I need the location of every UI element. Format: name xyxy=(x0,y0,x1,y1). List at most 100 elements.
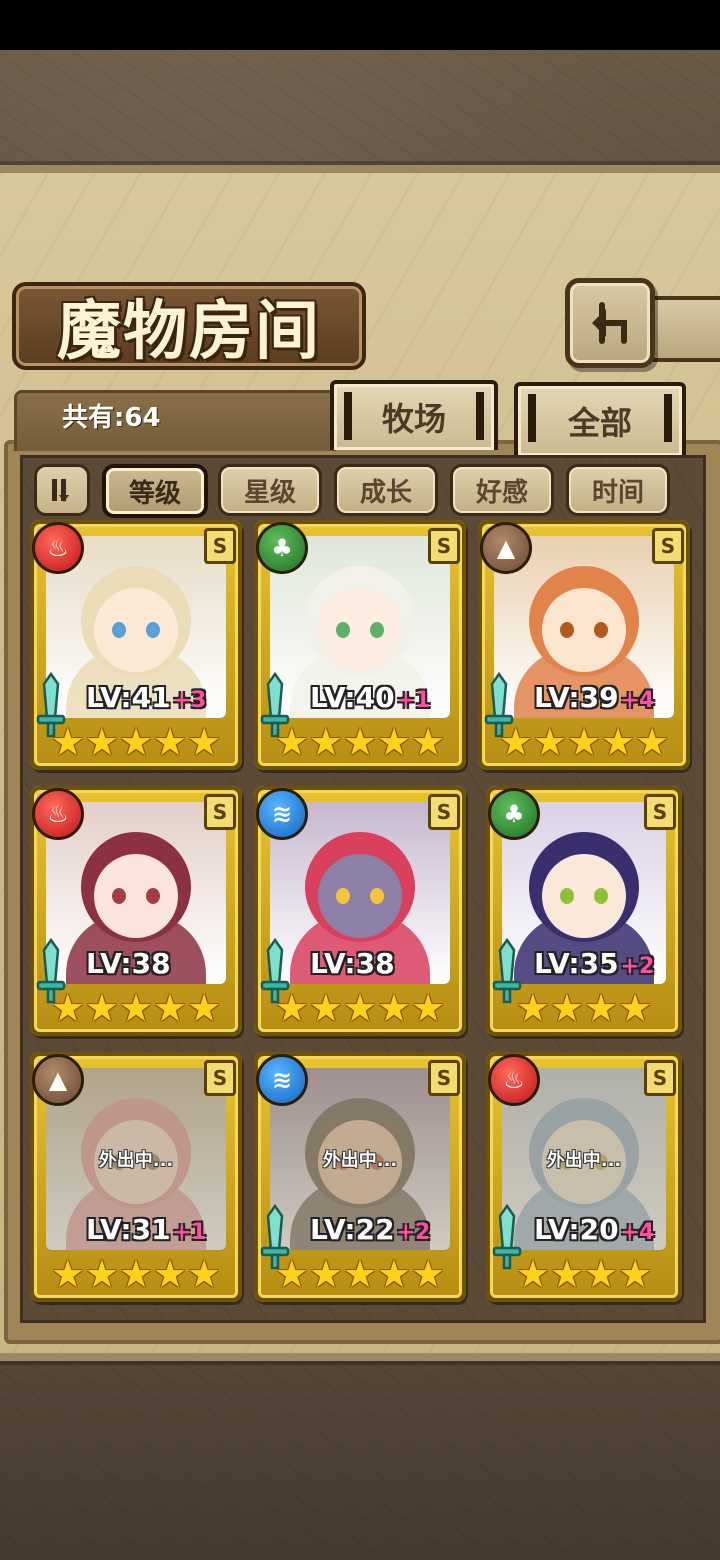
star-icon: ★ xyxy=(411,720,446,764)
tab-all[interactable]: 全部 xyxy=(514,382,686,456)
star-rating: ★★★★ xyxy=(486,988,682,1028)
monster-level: LV:39+4 xyxy=(534,680,654,716)
monster-level: LV:38 xyxy=(310,946,395,982)
level-bonus: +3 xyxy=(172,688,207,713)
star-icon: ★ xyxy=(601,720,636,764)
monster-card[interactable]: ♨ S LV:41+3 ★★★★★ xyxy=(30,520,242,770)
sort-by-growth-button[interactable]: 成长 xyxy=(334,464,438,516)
star-icon: ★ xyxy=(618,1252,653,1296)
star-icon: ★ xyxy=(515,1252,550,1296)
star-icon: ★ xyxy=(635,720,670,764)
rarity-icon: S xyxy=(644,1060,676,1096)
star-icon: ★ xyxy=(377,1252,412,1296)
rarity-icon: S xyxy=(204,528,236,564)
monster-card[interactable]: ▲ S LV:39+4 ★★★★★ xyxy=(478,520,690,770)
wave-icon: ≋ xyxy=(256,1054,308,1106)
star-icon: ★ xyxy=(274,720,309,764)
star-icon: ★ xyxy=(118,986,154,1030)
monster-card[interactable]: 外出中... ≋ S LV:22+2 ★★★★★ xyxy=(254,1052,466,1302)
mountain-icon: ▲ xyxy=(32,1054,84,1106)
star-icon: ★ xyxy=(118,1252,154,1296)
sort-by-star-button[interactable]: 星级 xyxy=(218,464,322,516)
flame-icon: ♨ xyxy=(32,522,84,574)
rarity-icon: S xyxy=(428,528,460,564)
level-value: LV:31 xyxy=(86,1213,171,1246)
away-status: 外出中... xyxy=(98,1150,174,1171)
star-icon: ★ xyxy=(84,986,119,1030)
rarity-icon: S xyxy=(428,1060,460,1096)
away-status: 外出中... xyxy=(322,1150,398,1171)
level-value: LV:41 xyxy=(86,681,171,714)
level-bonus: +4 xyxy=(620,1220,655,1245)
leaf-icon: ♣ xyxy=(256,522,308,574)
star-icon: ★ xyxy=(50,1252,85,1296)
star-icon: ★ xyxy=(584,1252,619,1296)
sort-by-level-button[interactable]: 等级 xyxy=(102,464,208,518)
star-icon: ★ xyxy=(549,1252,584,1296)
star-rating: ★★★★★ xyxy=(30,988,242,1028)
monster-card[interactable]: 外出中... ♨ S LV:20+4 ★★★★ xyxy=(486,1052,682,1302)
level-bonus: +2 xyxy=(396,1220,431,1245)
status-bar xyxy=(0,0,720,50)
monster-level: LV:31+1 xyxy=(86,1212,206,1248)
sort-by-time-button[interactable]: 时间 xyxy=(566,464,670,516)
mountain-icon: ▲ xyxy=(480,522,532,574)
monster-card[interactable]: ♨ S LV:38 ★★★★★ xyxy=(30,786,242,1036)
star-rating: ★★★★★ xyxy=(30,722,242,762)
star-icon: ★ xyxy=(342,986,378,1030)
level-bonus: +2 xyxy=(620,954,655,979)
star-icon: ★ xyxy=(308,986,343,1030)
page-title-plate: 魔物房间 xyxy=(12,282,366,370)
rarity-icon: S xyxy=(204,1060,236,1096)
star-icon: ★ xyxy=(153,720,188,764)
star-rating: ★★★★★ xyxy=(254,722,466,762)
star-icon: ★ xyxy=(377,986,412,1030)
star-icon: ★ xyxy=(618,986,653,1030)
level-value: LV:22 xyxy=(310,1213,395,1246)
monster-card[interactable]: 外出中... ▲ S LV:31+1 ★★★★★ xyxy=(30,1052,242,1302)
star-icon: ★ xyxy=(342,1252,378,1296)
rarity-icon: S xyxy=(652,528,684,564)
monster-level: LV:41+3 xyxy=(86,680,206,716)
flame-icon: ♨ xyxy=(32,788,84,840)
monster-card[interactable]: ≋ S LV:38 ★★★★★ xyxy=(254,786,466,1036)
flame-icon: ♨ xyxy=(488,1054,540,1106)
star-icon: ★ xyxy=(153,1252,188,1296)
star-icon: ★ xyxy=(187,1252,222,1296)
monster-card[interactable]: ♣ S LV:40+1 ★★★★★ xyxy=(254,520,466,770)
level-value: LV:20 xyxy=(534,1213,619,1246)
star-icon: ★ xyxy=(566,720,602,764)
level-bonus: +1 xyxy=(172,1220,207,1245)
star-icon: ★ xyxy=(187,720,222,764)
level-value: LV:38 xyxy=(86,947,171,980)
star-icon: ★ xyxy=(584,986,619,1030)
star-icon: ★ xyxy=(532,720,567,764)
sort-order-toggle[interactable] xyxy=(34,464,90,516)
star-icon: ★ xyxy=(308,720,343,764)
star-icon: ★ xyxy=(549,986,584,1030)
star-rating: ★★★★★ xyxy=(254,988,466,1028)
back-button[interactable] xyxy=(565,278,655,368)
away-status: 外出中... xyxy=(546,1150,622,1171)
level-value: LV:40 xyxy=(310,681,395,714)
wave-icon: ≋ xyxy=(256,788,308,840)
monster-level: LV:40+1 xyxy=(310,680,430,716)
level-value: LV:35 xyxy=(534,947,619,980)
tab-ranch-label: 牧场 xyxy=(381,400,446,438)
tab-ranch[interactable]: 牧场 xyxy=(330,380,498,450)
star-icon: ★ xyxy=(84,1252,119,1296)
sort-by-affection-button[interactable]: 好感 xyxy=(450,464,554,516)
monster-card[interactable]: ♣ S LV:35+2 ★★★★ xyxy=(486,786,682,1036)
monster-level: LV:35+2 xyxy=(534,946,654,982)
star-icon: ★ xyxy=(342,720,378,764)
star-icon: ★ xyxy=(308,1252,343,1296)
level-bonus: +4 xyxy=(620,688,655,713)
monster-level: LV:20+4 xyxy=(534,1212,654,1248)
sort-bar: 等级 星级 成长 好感 时间 xyxy=(30,462,690,518)
star-icon: ★ xyxy=(50,986,85,1030)
page-title: 魔物房间 xyxy=(57,294,321,369)
star-icon: ★ xyxy=(84,720,119,764)
star-rating: ★★★★★ xyxy=(254,1254,466,1294)
star-rating: ★★★★★ xyxy=(478,722,690,762)
rarity-icon: S xyxy=(644,794,676,830)
